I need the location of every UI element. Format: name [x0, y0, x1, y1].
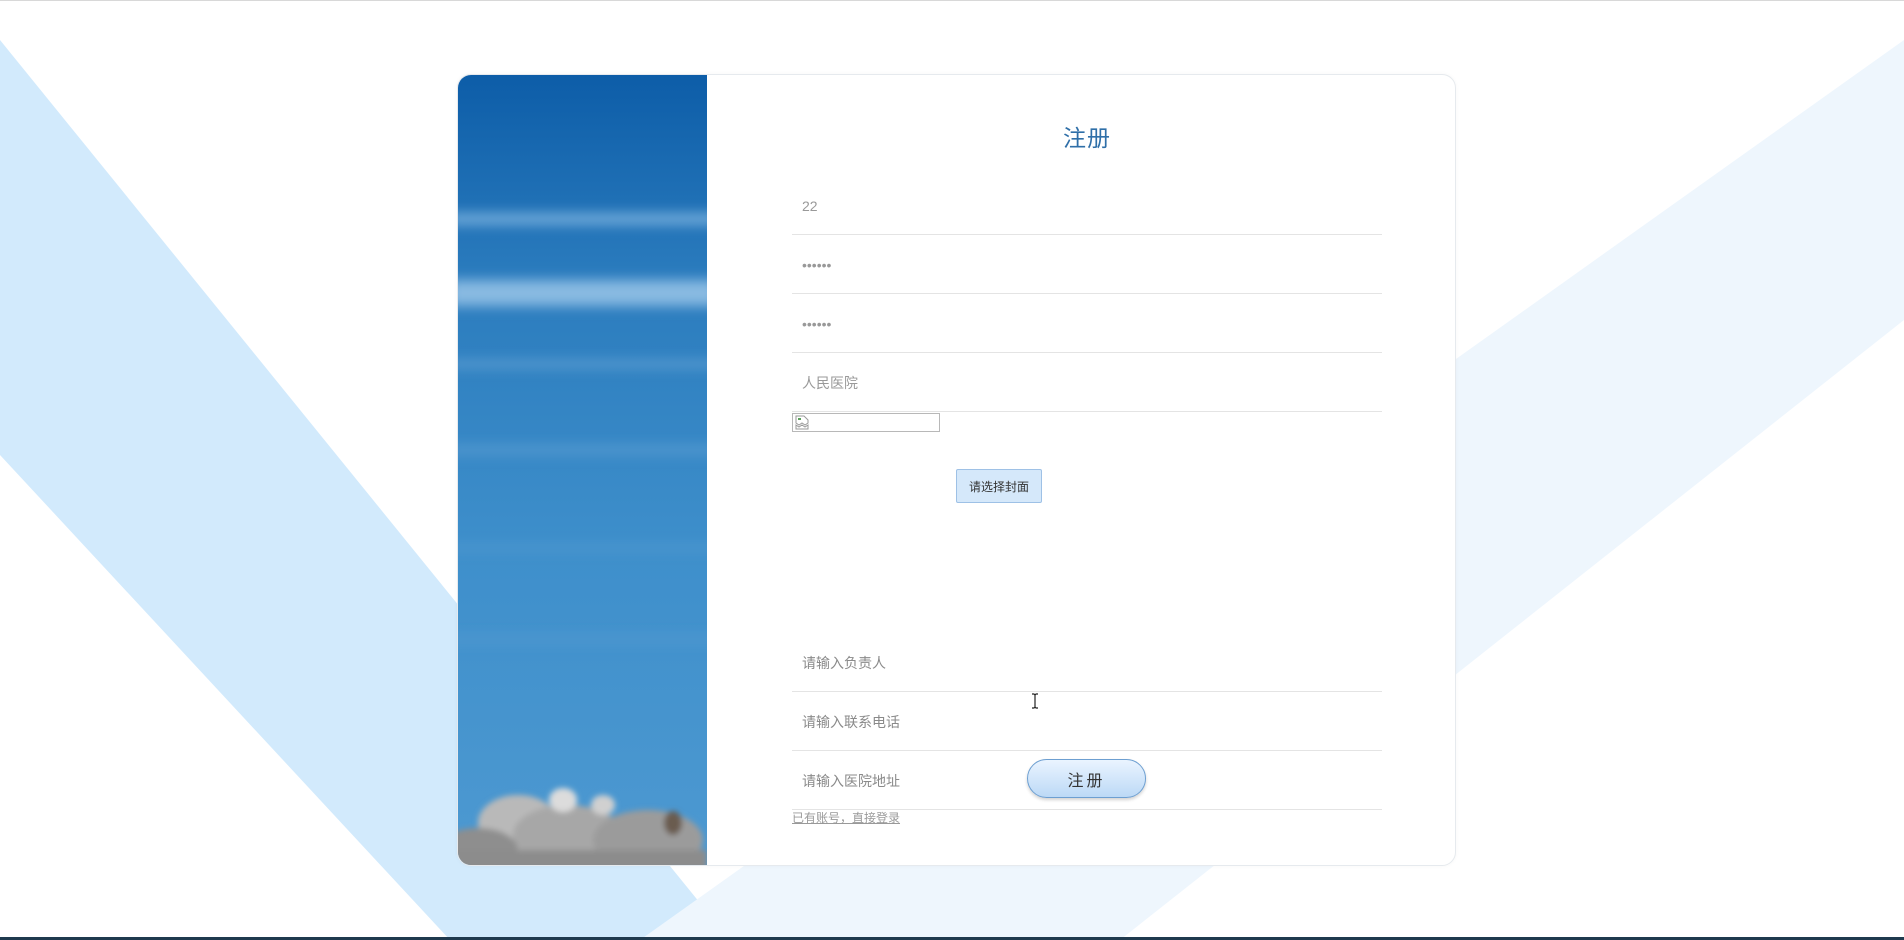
account-input[interactable] — [792, 177, 1382, 235]
submit-register-button[interactable]: 注册 — [1027, 759, 1146, 798]
contact-person-field-row — [792, 634, 1382, 692]
broken-image-icon — [795, 415, 809, 430]
password-input[interactable] — [792, 236, 1382, 294]
account-field-row — [792, 177, 1382, 235]
contact-person-input[interactable] — [792, 634, 1382, 692]
phone-field-row — [792, 693, 1382, 751]
choose-cover-button[interactable]: 请选择封面 — [956, 469, 1042, 503]
confirm-password-input[interactable] — [792, 295, 1382, 353]
page: 注册 请选择封面 — [0, 0, 1904, 940]
register-form: 注册 请选择封面 — [792, 75, 1382, 865]
register-card: 注册 请选择封面 — [457, 74, 1456, 866]
page-title: 注册 — [1063, 125, 1111, 151]
hospital-name-input[interactable] — [792, 354, 1382, 412]
text-cursor-icon — [1032, 693, 1038, 709]
phone-input[interactable] — [792, 693, 1382, 751]
cover-image-preview — [792, 413, 940, 432]
hospital-name-field-row — [792, 354, 1382, 412]
top-border-line — [0, 0, 1904, 1]
confirm-password-field-row — [792, 295, 1382, 353]
password-field-row — [792, 236, 1382, 294]
side-sea-image — [458, 75, 707, 865]
login-link[interactable]: 已有账号，直接登录 — [792, 809, 900, 826]
